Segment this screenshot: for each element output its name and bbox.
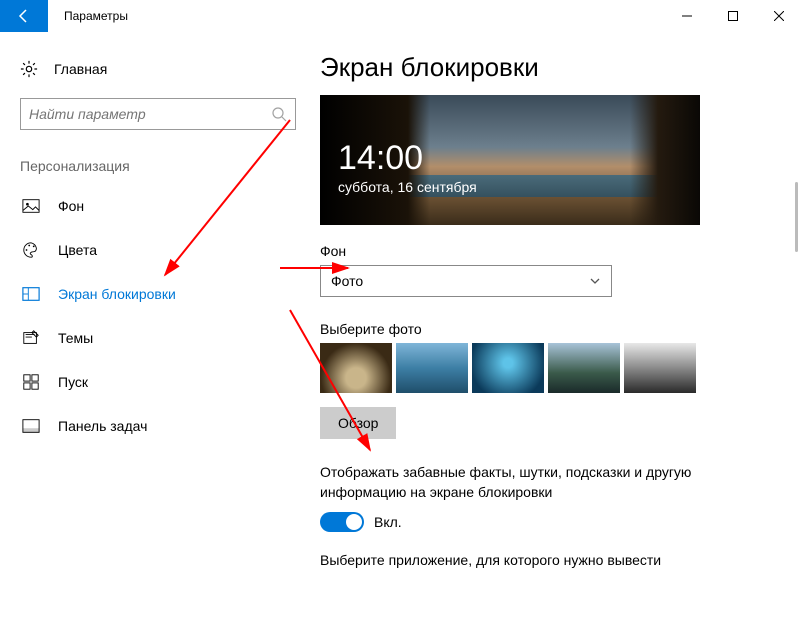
gear-icon bbox=[20, 60, 38, 78]
picture-icon bbox=[22, 197, 40, 215]
scrollbar[interactable] bbox=[795, 182, 798, 252]
choose-photo-label: Выберите фото bbox=[320, 321, 772, 337]
section-label: Персонализация bbox=[20, 158, 300, 174]
tips-toggle[interactable] bbox=[320, 512, 364, 532]
sidebar: Главная Персонализация Фон Цвета Экран б… bbox=[0, 32, 320, 635]
nav-item-taskbar[interactable]: Панель задач bbox=[20, 404, 300, 448]
background-dropdown[interactable]: Фото bbox=[320, 265, 612, 297]
nav-item-lockscreen[interactable]: Экран блокировки bbox=[20, 272, 300, 316]
search-input-wrapper[interactable] bbox=[20, 98, 296, 130]
browse-button[interactable]: Обзор bbox=[320, 407, 396, 439]
nav-item-themes[interactable]: Темы bbox=[20, 316, 300, 360]
lockscreen-preview: 14:00 суббота, 16 сентября bbox=[320, 95, 700, 225]
search-icon bbox=[271, 106, 287, 122]
photo-thumb[interactable] bbox=[472, 343, 544, 393]
start-icon bbox=[22, 373, 40, 391]
titlebar-spacer bbox=[128, 0, 664, 32]
themes-icon bbox=[22, 329, 40, 347]
nav-label: Экран блокировки bbox=[58, 286, 176, 302]
tips-description: Отображать забавные факты, шутки, подска… bbox=[320, 463, 720, 502]
truncated-text: Выберите приложение, для которого нужно … bbox=[320, 552, 772, 568]
toggle-label: Вкл. bbox=[374, 514, 402, 530]
search-input[interactable] bbox=[29, 106, 271, 122]
photo-thumb[interactable] bbox=[396, 343, 468, 393]
nav-label: Панель задач bbox=[58, 418, 147, 434]
nav-label: Темы bbox=[58, 330, 93, 346]
close-button[interactable] bbox=[756, 0, 802, 32]
photo-thumb[interactable] bbox=[320, 343, 392, 393]
nav-item-background[interactable]: Фон bbox=[20, 184, 300, 228]
maximize-icon bbox=[728, 11, 738, 21]
chevron-down-icon bbox=[589, 275, 601, 287]
arrow-left-icon bbox=[16, 8, 32, 24]
page-heading: Экран блокировки bbox=[320, 52, 772, 83]
nav-label: Цвета bbox=[58, 242, 97, 258]
photo-thumbnails bbox=[320, 343, 772, 393]
dropdown-value: Фото bbox=[331, 273, 363, 289]
nav-item-start[interactable]: Пуск bbox=[20, 360, 300, 404]
home-button[interactable]: Главная bbox=[20, 52, 300, 98]
nav-item-colors[interactable]: Цвета bbox=[20, 228, 300, 272]
close-icon bbox=[774, 11, 784, 21]
titlebar: Параметры bbox=[0, 0, 802, 32]
taskbar-icon bbox=[22, 417, 40, 435]
lockscreen-icon bbox=[22, 285, 40, 303]
home-label: Главная bbox=[54, 61, 107, 77]
palette-icon bbox=[22, 241, 40, 259]
window-title: Параметры bbox=[48, 0, 128, 32]
nav-label: Фон bbox=[58, 198, 84, 214]
preview-time: 14:00 bbox=[338, 139, 423, 178]
preview-date: суббота, 16 сентября bbox=[338, 179, 477, 195]
photo-thumb[interactable] bbox=[548, 343, 620, 393]
minimize-button[interactable] bbox=[664, 0, 710, 32]
maximize-button[interactable] bbox=[710, 0, 756, 32]
background-label: Фон bbox=[320, 243, 772, 259]
content: Экран блокировки 14:00 суббота, 16 сентя… bbox=[320, 32, 802, 635]
back-button[interactable] bbox=[0, 0, 48, 32]
minimize-icon bbox=[682, 11, 692, 21]
photo-thumb[interactable] bbox=[624, 343, 696, 393]
nav-label: Пуск bbox=[58, 374, 88, 390]
